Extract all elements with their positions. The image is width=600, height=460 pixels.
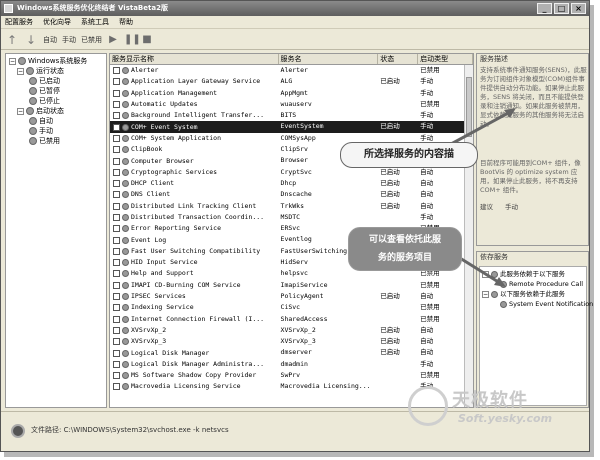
dependency-callout-line1: 可以查看依托此服 <box>368 235 441 245</box>
watermark-site: Soft.yesky.com <box>458 412 553 425</box>
watermark-brand: 天极软件 <box>452 390 528 411</box>
watermark: 天极软件 Soft.yesky.com <box>400 380 585 440</box>
watermark-logo-icon <box>408 386 448 426</box>
selection-callout: 所选择服务的内容描 <box>340 142 478 168</box>
dependency-callout-line2: 务的服务项目 <box>377 253 432 263</box>
dependency-callout: 可以查看依托此服 务的服务项目 <box>348 227 462 271</box>
